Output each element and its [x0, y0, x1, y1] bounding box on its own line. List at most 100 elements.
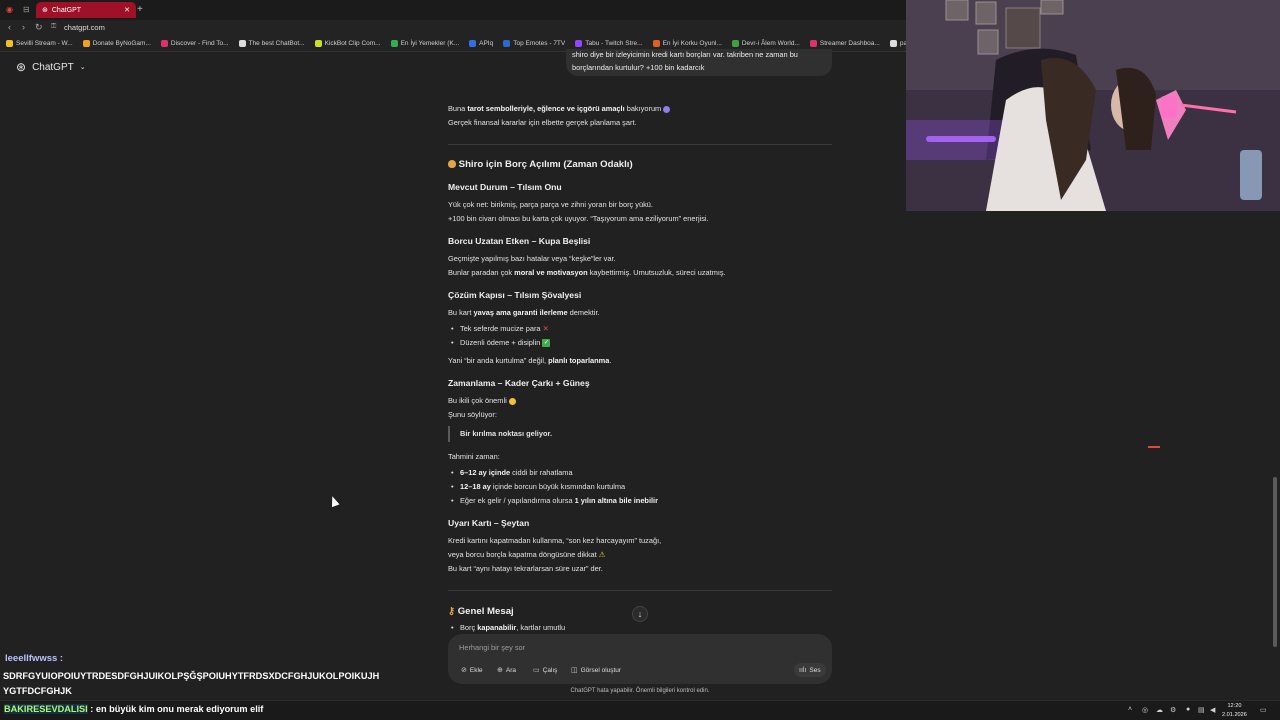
section-text: +100 bin civarı olması bu karta çok uyuy…	[448, 214, 709, 223]
section-heading: Zamanlama – Kader Çarkı + Güneş	[448, 378, 590, 388]
bookmark-favicon-icon	[82, 40, 90, 47]
list-item: Borç kapanabilir, kartlar umutlu	[451, 621, 565, 635]
section-heading: Mevcut Durum – Tılsım Onu	[448, 182, 562, 192]
clock-time: 12:20	[1227, 703, 1242, 709]
list-item: Eğer ek gelir / yapılandırma olursa 1 yı…	[451, 494, 658, 508]
intro-line: Gerçek finansal kararlar için elbette ge…	[448, 118, 637, 127]
chat-message: SDRFGYUIOPOIUYTRDESDFGHJUIKOLPŞĞŞPOIUHYT…	[3, 671, 380, 696]
bookmark-favicon-icon	[809, 40, 817, 47]
bookmark-favicon-icon	[652, 40, 660, 47]
bookmark-item[interactable]: En İyi Yemekler (K...	[390, 40, 460, 47]
network-icon[interactable]: ▤	[1198, 706, 1205, 714]
model-picker-label: ChatGPT	[32, 61, 74, 73]
bookmark-favicon-icon	[6, 40, 13, 47]
bookmark-label: En İyi Korku Oyunl...	[662, 40, 722, 47]
section-text: Bu kart yavaş ama garanti ilerleme demek…	[448, 308, 600, 317]
section-text: Yük çok net: birikmiş, parça parça ve zi…	[448, 200, 653, 209]
bookmark-favicon-icon	[731, 40, 739, 47]
forward-icon[interactable]: ›	[22, 22, 25, 32]
list-item: 12–18 ay içinde borcun büyük kısmından k…	[451, 480, 625, 494]
bookmark-item[interactable]: Top Emotes - 7TV	[503, 40, 565, 47]
bookmark-item[interactable]: Tabu - Twitch Stre...	[575, 40, 643, 47]
intro-line: Buna tarot sembolleriyle, eğlence ve içg…	[448, 102, 671, 116]
bookmark-label: Tabu - Twitch Stre...	[585, 40, 643, 47]
key-icon: ⚷	[448, 606, 456, 617]
section-heading: Uyarı Kartı – Şeytan	[448, 518, 530, 528]
divider	[448, 144, 832, 145]
section-text: Şunu söylüyor:	[448, 410, 497, 419]
section-heading: Borcu Uzatan Etken – Kupa Beşlisi	[448, 236, 591, 246]
tab-menu-icon[interactable]: ⊟	[23, 5, 30, 14]
browser-logo-icon[interactable]: ◉	[6, 5, 13, 14]
bookmark-label: Discover - Find To...	[170, 40, 229, 47]
section-heading: Çözüm Kapısı – Tılsım Şövalyesi	[448, 290, 582, 300]
user-message-line: borçlarından kurtulur? +100 bin kadarcık	[572, 62, 705, 72]
chevron-up-icon[interactable]: ˄	[1128, 706, 1132, 713]
back-icon[interactable]: ‹	[8, 22, 11, 32]
list-item: 6–12 ay içinde ciddi bir rahatlama	[451, 466, 573, 480]
overlay-mark	[1148, 446, 1160, 448]
answer-title: Shiro için Borç Açılımı (Zaman Odaklı)	[448, 158, 633, 172]
user-message-bubble: shiro diye bir izleyicimin kredi kartı b…	[566, 49, 832, 76]
volume-icon[interactable]: ◀	[1210, 706, 1215, 714]
bookmark-favicon-icon	[503, 40, 511, 47]
vpn-icon[interactable]: ⚙	[1170, 706, 1176, 714]
new-tab-icon[interactable]: +	[137, 4, 143, 15]
ticker-message: : en büyük kim onu merak ediyorum elif	[87, 704, 264, 714]
check-mark-icon: ✓	[542, 339, 551, 348]
tab-chatgpt[interactable]: ⊛ ChatGPT ✕	[36, 2, 136, 18]
mouse-cursor	[328, 494, 340, 508]
bookmark-favicon-icon	[575, 40, 583, 47]
blockquote: Bir kırılma noktası geliyor.	[448, 426, 552, 442]
close-tab-icon[interactable]: ✕	[124, 6, 130, 14]
section-text: Kredi kartını kapatmadan kullanma, “son …	[448, 536, 662, 545]
site-info-icon[interactable]: ⚿	[51, 23, 56, 31]
steam-icon[interactable]: ◎	[1142, 706, 1148, 714]
bookmark-item[interactable]: APIq	[469, 40, 493, 47]
bookmark-item[interactable]: Streamer Dashboa...	[809, 40, 880, 47]
smile-icon	[508, 397, 516, 405]
bookmark-label: Devr-i Âlem World...	[741, 40, 800, 47]
cloud-icon[interactable]: ☁	[1156, 706, 1163, 714]
bookmark-favicon-icon	[160, 40, 168, 47]
bookmark-item[interactable]: KickBot Clip Com...	[314, 40, 381, 47]
bookmark-item[interactable]: Donate ByNoGam...	[82, 40, 151, 47]
crystal-ball-icon	[663, 105, 671, 113]
reload-icon[interactable]: ↻	[35, 22, 43, 33]
stream-chat-overlay: leeellfwwss : SDRFGYUIOPOIUYTRDESDFGHJUI…	[0, 650, 906, 700]
section-text: Bu ikili çok önemli	[448, 394, 516, 408]
url-field[interactable]: chatgpt.com	[64, 23, 105, 32]
openai-logo-icon: ⊛	[16, 60, 27, 74]
mic-icon[interactable]: ●	[1186, 706, 1190, 713]
money-bag-icon	[448, 160, 456, 169]
scrollbar[interactable]	[1273, 477, 1277, 647]
bookmark-favicon-icon	[889, 40, 897, 47]
section-text: Geçmişte yapılmış bazı hatalar veya “keş…	[448, 254, 616, 263]
bookmark-favicon-icon	[390, 40, 398, 47]
section-text: Bunlar paradan çok moral ve motivasyon k…	[448, 268, 726, 277]
bookmark-item[interactable]: The best ChatBot...	[238, 40, 305, 47]
list-item: Tek seferde mucize para ✕	[451, 322, 549, 336]
model-picker[interactable]: ⊛ ChatGPT ⌄	[16, 60, 86, 74]
divider	[448, 590, 832, 591]
bookmark-item[interactable]: En İyi Korku Oyunl...	[652, 40, 722, 47]
section-text: Yani “bir anda kurtulma” değil, planlı t…	[448, 356, 612, 365]
ticker-username: BAKIRESEVDALISI	[4, 704, 88, 714]
bookmark-label: En İyi Yemekler (K...	[400, 40, 460, 47]
bookmark-item[interactable]: Sevilli Stream - W...	[6, 40, 73, 47]
section-text: Bu kart “aynı hatayı tekrarlarsan süre u…	[448, 564, 603, 573]
webcam-overlay	[906, 0, 1280, 211]
webcam-image	[906, 0, 1280, 211]
notification-icon[interactable]: ▭	[1260, 706, 1267, 714]
scroll-down-button[interactable]: ↓	[632, 606, 648, 622]
tab-title: ChatGPT	[51, 6, 82, 14]
bookmark-item[interactable]: Discover - Find To...	[160, 40, 229, 47]
bookmark-label: APIq	[479, 40, 494, 47]
taskbar-clock[interactable]: 12:20 2.01.2026	[1222, 702, 1247, 720]
warning-icon: ⚠	[598, 550, 606, 559]
user-message-line: shiro diye bir izleyicimin kredi kartı b…	[572, 50, 798, 59]
chatgpt-favicon-icon: ⊛	[42, 7, 48, 14]
section-text: Tahmini zaman:	[448, 452, 500, 461]
bookmark-item[interactable]: Devr-i Âlem World...	[731, 40, 800, 47]
section-text: veya borcu borçla kapatma döngüsüne dikk…	[448, 550, 606, 559]
